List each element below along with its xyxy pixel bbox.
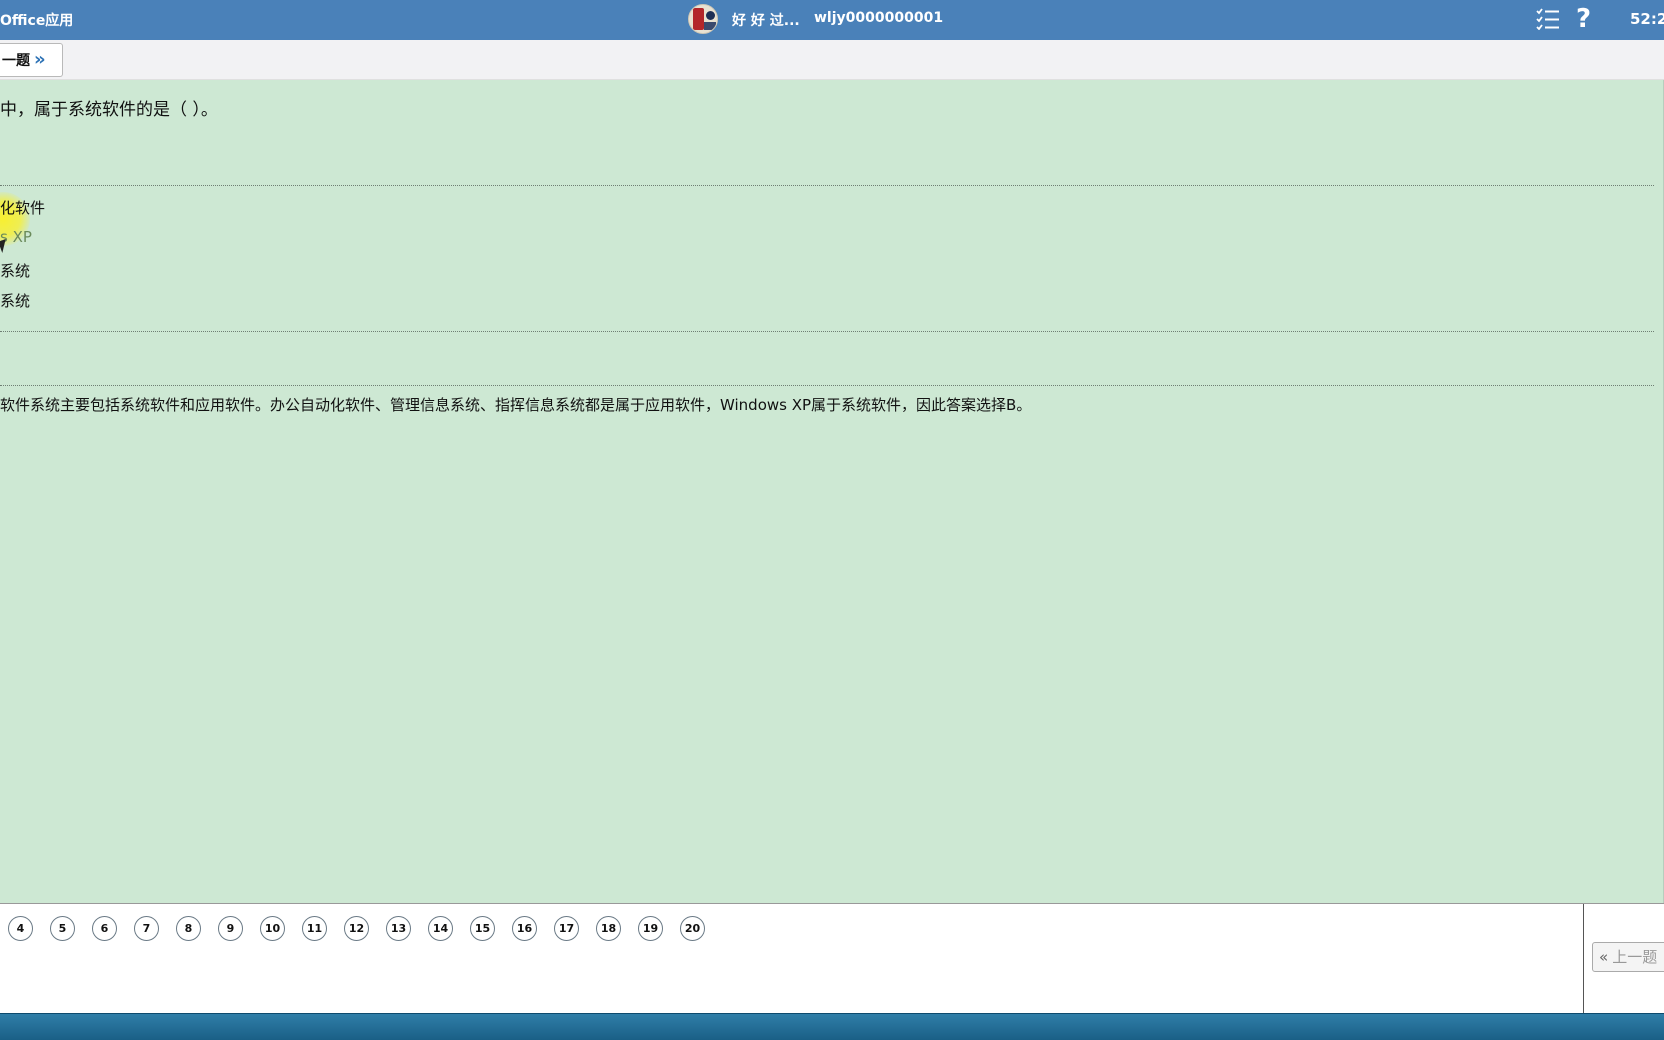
question-number-button[interactable]: 7 <box>134 916 159 941</box>
question-text: 中，属于系统软件的是（ ）。 <box>0 100 218 120</box>
countdown-timer: 52:20 <box>1630 10 1664 28</box>
question-number-button[interactable]: 20 <box>680 916 705 941</box>
divider <box>0 185 1654 186</box>
question-number-button[interactable]: 13 <box>386 916 411 941</box>
question-number-button[interactable]: 18 <box>596 916 621 941</box>
user-nickname: 好 好 过... <box>732 13 800 29</box>
divider <box>1583 904 1584 1014</box>
question-number-button[interactable]: 6 <box>92 916 117 941</box>
question-number-button[interactable]: 15 <box>470 916 495 941</box>
option-d[interactable]: 系统 <box>0 290 30 311</box>
question-number-button[interactable]: 10 <box>260 916 285 941</box>
double-chevron-right-icon: » <box>34 49 46 70</box>
option-a[interactable]: 化软件 <box>0 197 45 218</box>
previous-question-button[interactable]: «上一题 <box>1592 942 1664 972</box>
answer-explanation: 软件系统主要包括系统软件和应用软件。办公自动化软件、管理信息系统、指挥信息系统都… <box>0 396 1032 414</box>
question-number-button[interactable]: 8 <box>176 916 201 941</box>
app-title: Office应用 <box>0 13 74 29</box>
question-number-button[interactable]: 19 <box>638 916 663 941</box>
question-number-button[interactable]: 4 <box>8 916 33 941</box>
double-chevron-left-icon: « <box>1599 948 1609 966</box>
prev-button-label: 上一题 <box>1612 948 1658 966</box>
next-button-label: 一题 <box>2 53 30 69</box>
option-c[interactable]: 系统 <box>0 260 30 281</box>
question-number-button[interactable]: 12 <box>344 916 369 941</box>
help-icon[interactable]: ? <box>1576 4 1591 34</box>
question-number-button[interactable]: 14 <box>428 916 453 941</box>
divider <box>0 331 1654 332</box>
answer-sheet-icon[interactable] <box>1536 8 1560 30</box>
question-number-button[interactable]: 16 <box>512 916 537 941</box>
question-number-button[interactable]: 17 <box>554 916 579 941</box>
question-panel: 中，属于系统软件的是（ ）。 化软件 s XP 系统 系统 软件系统主要包括系统… <box>0 80 1664 903</box>
next-question-button[interactable]: 一题» <box>0 43 63 77</box>
question-number-button[interactable]: 5 <box>50 916 75 941</box>
question-number-button[interactable]: 11 <box>302 916 327 941</box>
avatar <box>688 4 718 34</box>
divider <box>0 385 1654 386</box>
status-bar <box>0 1013 1664 1040</box>
question-number-button[interactable]: 9 <box>218 916 243 941</box>
top-bar: Office应用 好 好 过... wljy0000000001 ? 52:20 <box>0 0 1664 40</box>
question-number-list: 4 5 6 7 8 9 10 11 12 13 14 15 16 17 18 1… <box>8 916 705 941</box>
toolbar: 一题» <box>0 40 1664 80</box>
question-navigator: 4 5 6 7 8 9 10 11 12 13 14 15 16 17 18 1… <box>0 903 1664 1014</box>
user-id: wljy0000000001 <box>814 10 944 26</box>
